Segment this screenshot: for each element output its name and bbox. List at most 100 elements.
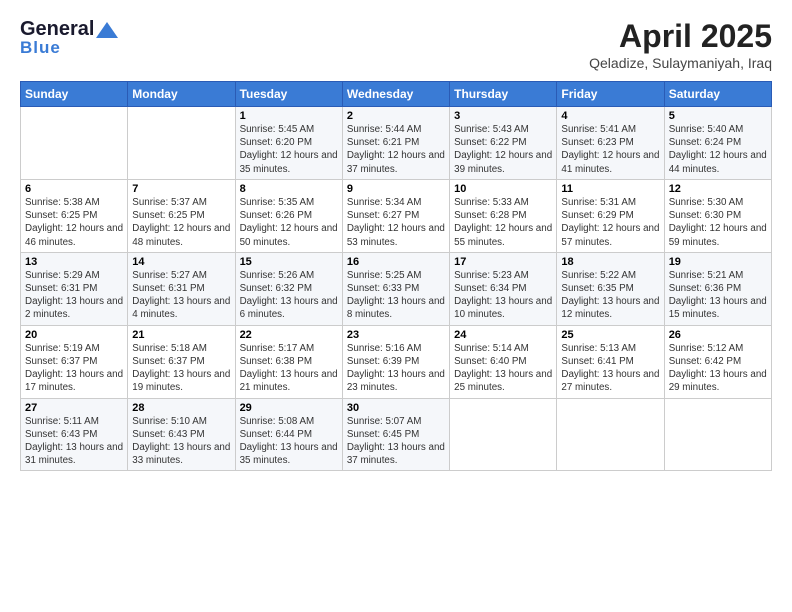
page: General Blue April 2025 Qeladize, Sulaym…: [0, 0, 792, 612]
calendar-cell: 6Sunrise: 5:38 AMSunset: 6:25 PMDaylight…: [21, 179, 128, 252]
calendar-cell: 26Sunrise: 5:12 AMSunset: 6:42 PMDayligh…: [664, 325, 771, 398]
day-number: 13: [25, 256, 123, 268]
calendar-cell: 3Sunrise: 5:43 AMSunset: 6:22 PMDaylight…: [450, 107, 557, 180]
title-block: April 2025 Qeladize, Sulaymaniyah, Iraq: [589, 18, 772, 71]
calendar-cell: 25Sunrise: 5:13 AMSunset: 6:41 PMDayligh…: [557, 325, 664, 398]
day-header-tuesday: Tuesday: [235, 82, 342, 107]
day-header-thursday: Thursday: [450, 82, 557, 107]
day-info: Sunrise: 5:18 AMSunset: 6:37 PMDaylight:…: [132, 342, 230, 395]
day-info: Sunrise: 5:30 AMSunset: 6:30 PMDaylight:…: [669, 196, 767, 249]
calendar-cell: 19Sunrise: 5:21 AMSunset: 6:36 PMDayligh…: [664, 252, 771, 325]
day-number: 23: [347, 329, 445, 341]
calendar-cell: 4Sunrise: 5:41 AMSunset: 6:23 PMDaylight…: [557, 107, 664, 180]
calendar-cell: 13Sunrise: 5:29 AMSunset: 6:31 PMDayligh…: [21, 252, 128, 325]
page-subtitle: Qeladize, Sulaymaniyah, Iraq: [589, 55, 772, 71]
day-number: 17: [454, 256, 552, 268]
calendar-week-5: 27Sunrise: 5:11 AMSunset: 6:43 PMDayligh…: [21, 398, 772, 471]
day-number: 22: [240, 329, 338, 341]
day-info: Sunrise: 5:23 AMSunset: 6:34 PMDaylight:…: [454, 269, 552, 322]
day-number: 30: [347, 402, 445, 414]
day-number: 10: [454, 183, 552, 195]
day-number: 3: [454, 110, 552, 122]
logo-icon: [96, 22, 118, 38]
day-info: Sunrise: 5:11 AMSunset: 6:43 PMDaylight:…: [25, 415, 123, 468]
day-number: 19: [669, 256, 767, 268]
calendar-cell: 21Sunrise: 5:18 AMSunset: 6:37 PMDayligh…: [128, 325, 235, 398]
day-info: Sunrise: 5:34 AMSunset: 6:27 PMDaylight:…: [347, 196, 445, 249]
day-info: Sunrise: 5:22 AMSunset: 6:35 PMDaylight:…: [561, 269, 659, 322]
calendar-cell: 22Sunrise: 5:17 AMSunset: 6:38 PMDayligh…: [235, 325, 342, 398]
day-number: 9: [347, 183, 445, 195]
day-info: Sunrise: 5:38 AMSunset: 6:25 PMDaylight:…: [25, 196, 123, 249]
calendar-week-2: 6Sunrise: 5:38 AMSunset: 6:25 PMDaylight…: [21, 179, 772, 252]
calendar-header-row: SundayMondayTuesdayWednesdayThursdayFrid…: [21, 82, 772, 107]
day-number: 1: [240, 110, 338, 122]
calendar-cell: [21, 107, 128, 180]
header: General Blue April 2025 Qeladize, Sulaym…: [20, 18, 772, 71]
day-info: Sunrise: 5:43 AMSunset: 6:22 PMDaylight:…: [454, 123, 552, 176]
day-info: Sunrise: 5:17 AMSunset: 6:38 PMDaylight:…: [240, 342, 338, 395]
day-info: Sunrise: 5:25 AMSunset: 6:33 PMDaylight:…: [347, 269, 445, 322]
day-info: Sunrise: 5:35 AMSunset: 6:26 PMDaylight:…: [240, 196, 338, 249]
calendar-cell: 10Sunrise: 5:33 AMSunset: 6:28 PMDayligh…: [450, 179, 557, 252]
day-info: Sunrise: 5:07 AMSunset: 6:45 PMDaylight:…: [347, 415, 445, 468]
day-number: 18: [561, 256, 659, 268]
day-info: Sunrise: 5:33 AMSunset: 6:28 PMDaylight:…: [454, 196, 552, 249]
calendar-cell: 11Sunrise: 5:31 AMSunset: 6:29 PMDayligh…: [557, 179, 664, 252]
calendar-cell: 17Sunrise: 5:23 AMSunset: 6:34 PMDayligh…: [450, 252, 557, 325]
day-info: Sunrise: 5:31 AMSunset: 6:29 PMDaylight:…: [561, 196, 659, 249]
calendar-cell: 27Sunrise: 5:11 AMSunset: 6:43 PMDayligh…: [21, 398, 128, 471]
day-info: Sunrise: 5:26 AMSunset: 6:32 PMDaylight:…: [240, 269, 338, 322]
day-info: Sunrise: 5:41 AMSunset: 6:23 PMDaylight:…: [561, 123, 659, 176]
day-number: 21: [132, 329, 230, 341]
day-number: 27: [25, 402, 123, 414]
day-info: Sunrise: 5:27 AMSunset: 6:31 PMDaylight:…: [132, 269, 230, 322]
calendar-cell: 7Sunrise: 5:37 AMSunset: 6:25 PMDaylight…: [128, 179, 235, 252]
calendar-cell: 18Sunrise: 5:22 AMSunset: 6:35 PMDayligh…: [557, 252, 664, 325]
calendar-cell: 8Sunrise: 5:35 AMSunset: 6:26 PMDaylight…: [235, 179, 342, 252]
calendar-cell: 20Sunrise: 5:19 AMSunset: 6:37 PMDayligh…: [21, 325, 128, 398]
day-info: Sunrise: 5:44 AMSunset: 6:21 PMDaylight:…: [347, 123, 445, 176]
day-number: 2: [347, 110, 445, 122]
calendar-cell: 5Sunrise: 5:40 AMSunset: 6:24 PMDaylight…: [664, 107, 771, 180]
day-header-monday: Monday: [128, 82, 235, 107]
day-info: Sunrise: 5:19 AMSunset: 6:37 PMDaylight:…: [25, 342, 123, 395]
day-number: 6: [25, 183, 123, 195]
day-info: Sunrise: 5:13 AMSunset: 6:41 PMDaylight:…: [561, 342, 659, 395]
day-info: Sunrise: 5:21 AMSunset: 6:36 PMDaylight:…: [669, 269, 767, 322]
calendar-week-1: 1Sunrise: 5:45 AMSunset: 6:20 PMDaylight…: [21, 107, 772, 180]
day-number: 12: [669, 183, 767, 195]
day-number: 25: [561, 329, 659, 341]
calendar-cell: 23Sunrise: 5:16 AMSunset: 6:39 PMDayligh…: [342, 325, 449, 398]
calendar-cell: 28Sunrise: 5:10 AMSunset: 6:43 PMDayligh…: [128, 398, 235, 471]
calendar-cell: [557, 398, 664, 471]
day-info: Sunrise: 5:29 AMSunset: 6:31 PMDaylight:…: [25, 269, 123, 322]
calendar-cell: 30Sunrise: 5:07 AMSunset: 6:45 PMDayligh…: [342, 398, 449, 471]
logo: General Blue: [20, 18, 118, 58]
day-number: 29: [240, 402, 338, 414]
day-info: Sunrise: 5:14 AMSunset: 6:40 PMDaylight:…: [454, 342, 552, 395]
day-info: Sunrise: 5:16 AMSunset: 6:39 PMDaylight:…: [347, 342, 445, 395]
calendar-cell: 14Sunrise: 5:27 AMSunset: 6:31 PMDayligh…: [128, 252, 235, 325]
calendar-week-3: 13Sunrise: 5:29 AMSunset: 6:31 PMDayligh…: [21, 252, 772, 325]
day-info: Sunrise: 5:40 AMSunset: 6:24 PMDaylight:…: [669, 123, 767, 176]
day-header-saturday: Saturday: [664, 82, 771, 107]
calendar-cell: 16Sunrise: 5:25 AMSunset: 6:33 PMDayligh…: [342, 252, 449, 325]
day-number: 8: [240, 183, 338, 195]
day-number: 4: [561, 110, 659, 122]
day-number: 20: [25, 329, 123, 341]
day-info: Sunrise: 5:45 AMSunset: 6:20 PMDaylight:…: [240, 123, 338, 176]
calendar-cell: 12Sunrise: 5:30 AMSunset: 6:30 PMDayligh…: [664, 179, 771, 252]
day-number: 26: [669, 329, 767, 341]
day-number: 24: [454, 329, 552, 341]
day-header-wednesday: Wednesday: [342, 82, 449, 107]
calendar-cell: 1Sunrise: 5:45 AMSunset: 6:20 PMDaylight…: [235, 107, 342, 180]
calendar-cell: [450, 398, 557, 471]
day-number: 11: [561, 183, 659, 195]
calendar-cell: 24Sunrise: 5:14 AMSunset: 6:40 PMDayligh…: [450, 325, 557, 398]
day-number: 15: [240, 256, 338, 268]
day-info: Sunrise: 5:10 AMSunset: 6:43 PMDaylight:…: [132, 415, 230, 468]
day-number: 5: [669, 110, 767, 122]
calendar-cell: 2Sunrise: 5:44 AMSunset: 6:21 PMDaylight…: [342, 107, 449, 180]
day-info: Sunrise: 5:37 AMSunset: 6:25 PMDaylight:…: [132, 196, 230, 249]
